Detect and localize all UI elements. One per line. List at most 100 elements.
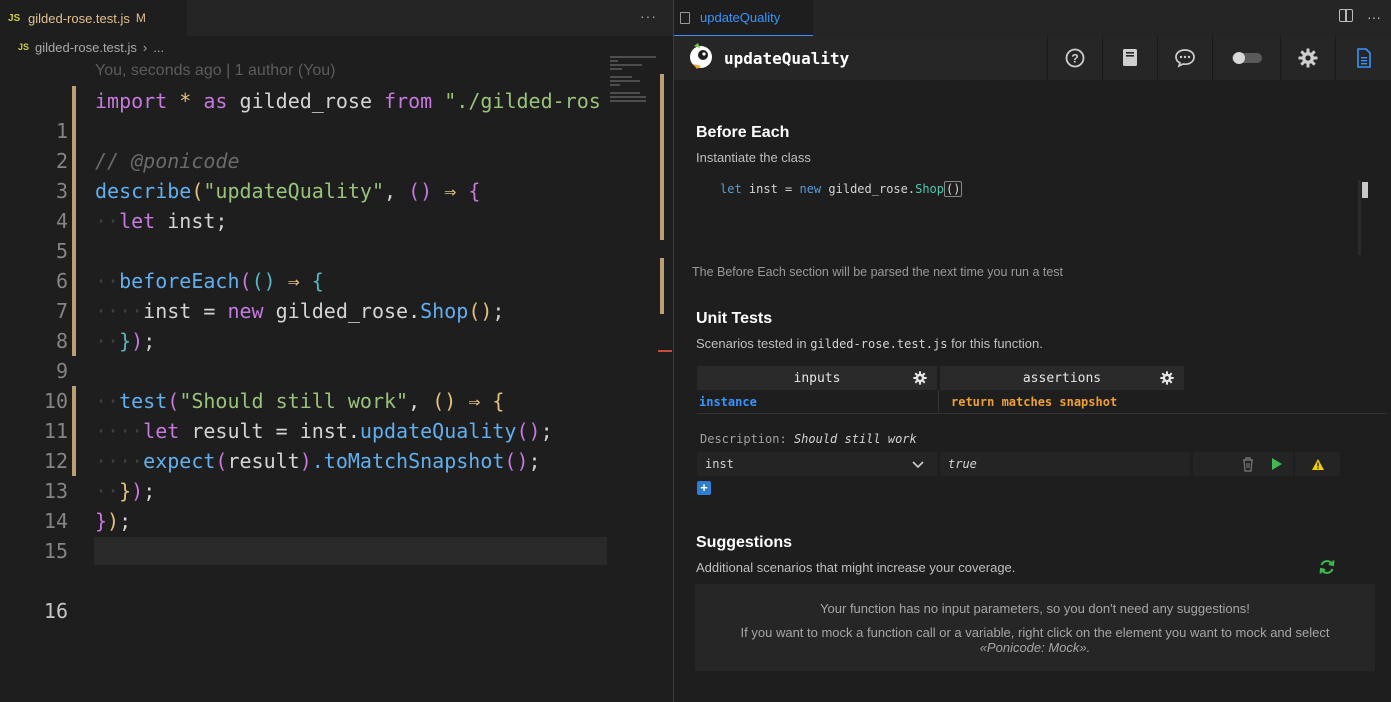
code-line[interactable]: 8 ····inst = new gilded_rose.Shop();	[0, 296, 660, 353]
subtitle-text: for this function.	[947, 336, 1043, 351]
input-select[interactable]: inst	[697, 452, 937, 476]
suggestions-hint-command: «Ponicode: Mock».	[979, 640, 1091, 655]
ponicode-toolbar: updateQuality ?	[674, 36, 1391, 80]
git-blame-lens[interactable]: You, seconds ago | 1 author (You)	[95, 62, 335, 80]
code-token: ()	[408, 179, 433, 203]
code-token: result	[227, 449, 300, 473]
suggestions-box: Your function has no input parameters, s…	[695, 584, 1375, 671]
code-token: inst;	[155, 209, 228, 233]
before-each-title: Before Each	[696, 124, 790, 141]
tab-label: updateQuality	[700, 10, 781, 25]
code-token: ()	[468, 299, 493, 323]
code-token: }	[119, 329, 132, 353]
modified-gutter	[72, 446, 76, 476]
gear-icon[interactable]	[913, 371, 927, 385]
code-line[interactable]: 13 ····expect(result).toMatchSnapshot();	[0, 446, 660, 503]
code-line[interactable]: 7 ··beforeEach(() ⇒ {	[0, 266, 660, 323]
scrollbar-thumb[interactable]	[1362, 182, 1368, 198]
assertions-header-label: assertions	[1022, 370, 1102, 386]
more-actions-icon[interactable]: ···	[1367, 9, 1381, 25]
description-value: Should still work	[793, 432, 917, 446]
code-token: as	[203, 89, 228, 113]
code-editor[interactable]: JS gilded-rose.test.js M ··· JS gilded-r…	[0, 0, 673, 702]
tab-update-quality[interactable]: updateQuality	[674, 0, 813, 36]
breadcrumb-more[interactable]: ...	[153, 40, 164, 55]
code-token: import	[95, 89, 168, 113]
code-lines[interactable]: 1 import * as gilded_rose from "./gilded…	[0, 86, 660, 623]
scrollbar-track[interactable]	[1358, 180, 1361, 255]
refresh-icon[interactable]	[1318, 558, 1336, 576]
split-editor-icon[interactable]	[1339, 9, 1353, 22]
row-divider	[697, 413, 1387, 414]
inputs-column-header: inputs	[697, 366, 937, 390]
trash-icon[interactable]	[1241, 456, 1255, 472]
test-file-button[interactable]	[1335, 36, 1391, 80]
chat-icon	[1175, 49, 1195, 68]
code-line-current[interactable]: 16	[0, 536, 660, 623]
settings-button[interactable]	[1280, 36, 1335, 80]
test-description[interactable]: Description: Should still work	[700, 432, 917, 446]
chevron-down-icon	[912, 461, 924, 469]
before-each-editor[interactable]: let inst = new gilded_rose.Shop()	[696, 174, 1376, 256]
docs-button[interactable]	[1102, 36, 1157, 80]
before-each-note: The Before Each section will be parsed t…	[692, 265, 1064, 279]
ponicode-panel: updateQuality ··· updateQuality ? Before…	[674, 0, 1391, 702]
code-token: let	[143, 419, 180, 443]
code-token: "./gilded-ros	[444, 89, 601, 113]
code-token: .toMatchSnapshot	[311, 449, 505, 473]
assertion-value-field[interactable]: true	[940, 452, 1190, 476]
book-icon	[1123, 49, 1137, 66]
js-icon: JS	[18, 42, 30, 52]
code-token: *	[179, 89, 192, 113]
modified-gutter	[72, 296, 76, 326]
gear-icon[interactable]	[1160, 371, 1174, 385]
code-token: ⇒	[275, 269, 312, 293]
code-line[interactable]: 15 });	[0, 506, 660, 563]
warning-icon[interactable]	[1311, 458, 1325, 471]
code-line[interactable]: 4 describe("updateQuality", () ⇒ {	[0, 176, 660, 233]
mode-toggle[interactable]	[1212, 36, 1280, 80]
row-actions	[1193, 452, 1293, 476]
add-test-button[interactable]: +	[697, 481, 711, 495]
more-actions-icon[interactable]: ···	[640, 8, 657, 24]
column-divider	[938, 390, 939, 414]
modified-gutter	[72, 326, 76, 356]
editor-tab-bar: JS gilded-rose.test.js M ···	[0, 0, 673, 36]
tab-gilded-rose-test[interactable]: JS gilded-rose.test.js M	[0, 0, 187, 36]
code-line[interactable]: 11 ··test("Should still work", () ⇒ {	[0, 386, 660, 443]
unit-tests-subtitle: Scenarios tested in gilded-rose.test.js …	[696, 336, 1043, 351]
breadcrumb-file[interactable]: gilded-rose.test.js	[35, 40, 137, 55]
code-line[interactable]: 2	[0, 116, 660, 173]
code-token: Shop	[915, 182, 944, 196]
code-line[interactable]: 6	[0, 236, 660, 293]
code-token: )	[299, 449, 312, 473]
code-token: {	[311, 269, 324, 293]
code-token: ;	[143, 329, 156, 353]
code-line[interactable]: 5 ··let inst;	[0, 206, 660, 263]
code-line[interactable]: 10	[0, 356, 660, 413]
code-token: ;	[492, 299, 505, 323]
code-token: ,	[408, 389, 433, 413]
document-icon	[680, 11, 690, 24]
scrollbar-change-marker	[660, 74, 664, 240]
svg-text:?: ?	[1071, 52, 1078, 66]
run-test-icon[interactable]	[1271, 457, 1283, 471]
code-line[interactable]: 9 ··});	[0, 326, 660, 383]
code-token: gilded_rose.	[263, 299, 421, 323]
inputs-header-label: inputs	[793, 370, 841, 386]
scrollbar-change-marker	[660, 258, 664, 314]
modified-gutter	[72, 236, 76, 266]
code-line[interactable]: 1 import * as gilded_rose from "./gilded…	[0, 86, 660, 143]
code-token: )	[107, 509, 120, 533]
document-icon	[1356, 48, 1371, 68]
code-line[interactable]: 3 // @ponicode	[0, 146, 660, 203]
code-token: expect	[143, 449, 216, 473]
code-line[interactable]: 14 ··});	[0, 476, 660, 533]
help-button[interactable]: ?	[1047, 36, 1102, 80]
code-line[interactable]: 12 ····let result = inst.updateQuality()…	[0, 416, 660, 473]
suggestions-message: Your function has no input parameters, s…	[820, 601, 1250, 616]
feedback-button[interactable]	[1157, 36, 1212, 80]
assertion-name: return matches snapshot	[951, 395, 1118, 409]
code-token: gilded_rose.	[821, 182, 916, 196]
code-token: new	[227, 299, 264, 323]
